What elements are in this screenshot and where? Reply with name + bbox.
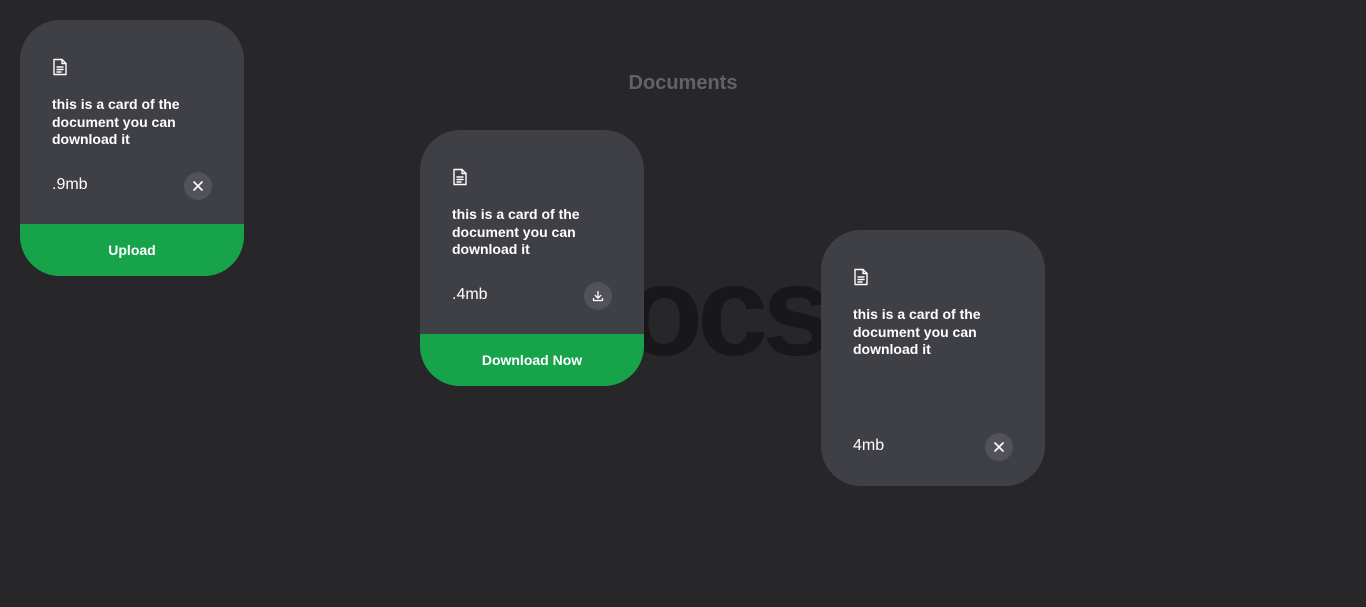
file-size: .9mb [52,176,88,193]
document-card: this is a card of the document you can d… [20,20,244,276]
file-text-icon [854,268,868,286]
download-icon-button[interactable] [584,282,612,310]
documents-page: Documents Docs this is a card of the doc… [0,0,1366,607]
download-icon [592,290,604,302]
card-description: this is a card of the document you can d… [853,306,981,357]
card-description: this is a card of the document you can d… [452,206,580,257]
document-card: this is a card of the document you can d… [821,230,1045,486]
close-button[interactable] [985,433,1013,461]
upload-button[interactable]: Upload [20,224,244,276]
document-card: this is a card of the document you can d… [420,130,644,386]
download-now-button[interactable]: Download Now [420,334,644,386]
file-size: .4mb [452,286,488,303]
file-text-icon [453,168,467,186]
file-text-icon [53,58,67,76]
file-size: 4mb [853,437,885,454]
close-icon [994,442,1004,452]
close-button[interactable] [184,172,212,200]
card-description: this is a card of the document you can d… [52,96,180,147]
close-icon [193,181,203,191]
